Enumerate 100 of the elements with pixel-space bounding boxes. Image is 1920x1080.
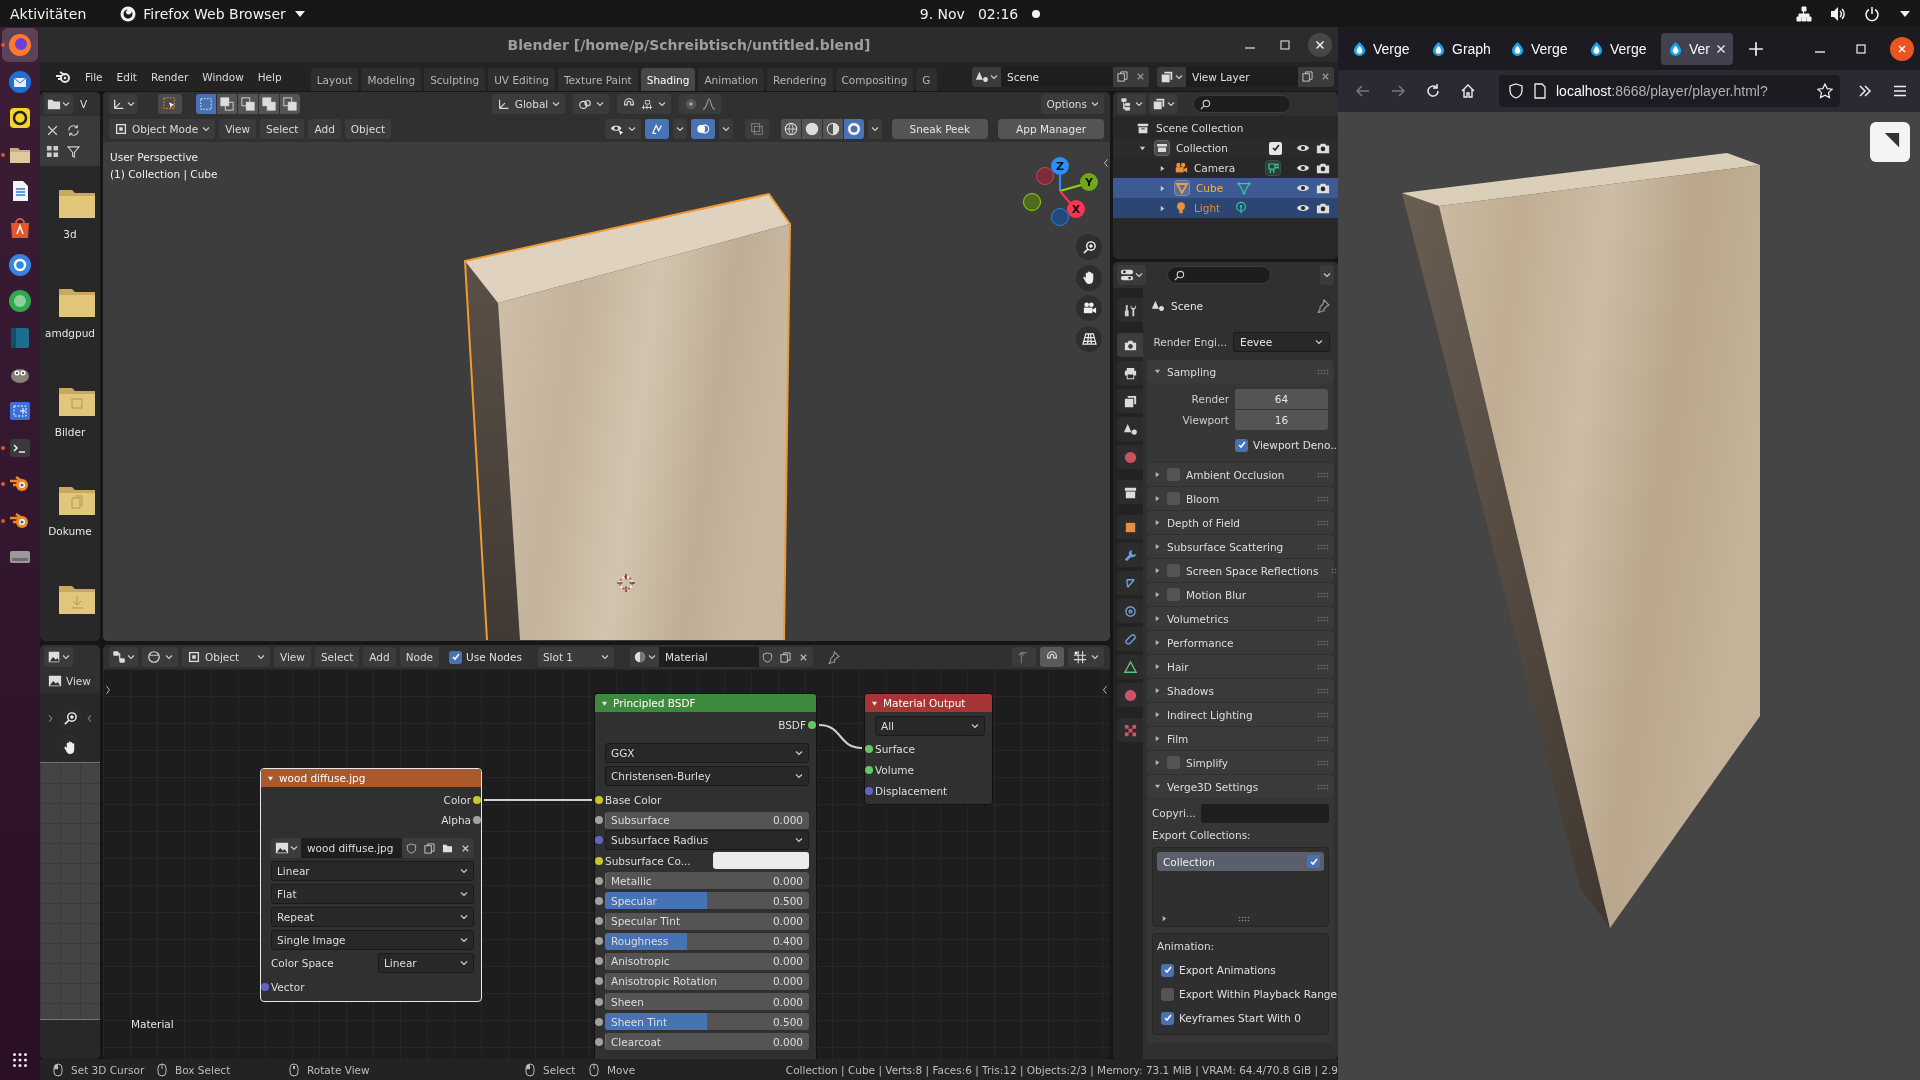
collapse-triangle-icon[interactable]	[871, 699, 878, 707]
folder-item[interactable]: Dokume	[45, 485, 95, 578]
axis-handle[interactable]	[1023, 193, 1041, 211]
socket-icon[interactable]	[473, 816, 481, 824]
menu-item[interactable]: Select	[260, 119, 305, 139]
selection-mode-button[interactable]	[238, 94, 258, 114]
toolbar-button[interactable]: Sneak Peek	[891, 119, 989, 139]
axis-handle[interactable]	[1036, 167, 1054, 185]
node-header[interactable]: Principled BSDF	[595, 694, 816, 712]
gizmo-toggle[interactable]	[644, 119, 669, 139]
workspace-tab[interactable]: Compositing	[835, 68, 914, 91]
image-browse-button[interactable]	[271, 838, 301, 858]
drag-handle-icon[interactable]	[1317, 687, 1329, 694]
checkbox[interactable]	[1167, 492, 1180, 505]
checkbox-label[interactable]: Export Within Playback Range	[1179, 988, 1337, 1000]
node-header[interactable]: Material Output	[865, 694, 992, 712]
dropdown[interactable]: Linear	[378, 953, 474, 973]
socket-icon[interactable]	[595, 997, 603, 1006]
menu-item[interactable]: Add	[363, 647, 396, 667]
menu-item[interactable]: View	[274, 647, 311, 667]
checkbox[interactable]	[1167, 756, 1180, 769]
delete-scene-button[interactable]	[1131, 66, 1149, 87]
outliner-item[interactable]: Scene Collection	[1113, 118, 1338, 138]
chevron-left-icon[interactable]	[1102, 685, 1108, 695]
properties-tab[interactable]	[1117, 389, 1143, 413]
fake-user-button[interactable]	[402, 838, 420, 858]
render-engine-dropdown[interactable]: Eevee	[1233, 332, 1330, 352]
socket-icon[interactable]	[865, 744, 873, 753]
browser-tab[interactable]: Verge	[1345, 32, 1417, 65]
camera-icon[interactable]	[1316, 161, 1330, 175]
number-field[interactable]: 64	[1235, 389, 1328, 409]
menu-item[interactable]: Add	[308, 119, 341, 139]
browser-tab[interactable]: Graph	[1424, 32, 1496, 65]
selection-mode-button[interactable]	[280, 94, 300, 114]
panel-header[interactable]: Performance	[1147, 631, 1334, 654]
checkbox[interactable]	[1161, 963, 1174, 977]
drag-handle-icon[interactable]	[1317, 615, 1329, 622]
close-icon[interactable]	[46, 124, 59, 137]
editor-type-button[interactable]	[1117, 265, 1146, 285]
crosshair-icon[interactable]	[617, 574, 635, 592]
menu-item[interactable]: Help	[250, 65, 289, 88]
gizmo-dropdown[interactable]	[672, 119, 687, 139]
orientation-dropdown[interactable]: Global	[491, 94, 566, 114]
image-name-field[interactable]: wood diffuse.jpg	[301, 838, 402, 858]
expand-triangle-icon[interactable]	[1161, 915, 1168, 922]
node-card[interactable]	[594, 693, 817, 1059]
value-slider[interactable]: Roughness 0.400	[605, 932, 809, 950]
drag-handle-icon[interactable]	[1317, 368, 1329, 375]
value-slider[interactable]: Specular 0.500	[605, 892, 809, 910]
value-slider[interactable]: Anisotropic 0.000	[605, 952, 809, 970]
close-button[interactable]	[1890, 36, 1914, 61]
dropdown[interactable]: Single Image	[271, 930, 474, 950]
checkbox[interactable]	[1167, 588, 1180, 601]
new-view-layer-button[interactable]	[1298, 66, 1316, 87]
checkbox[interactable]	[449, 650, 463, 664]
pin-icon[interactable]	[826, 650, 840, 664]
options-dropdown[interactable]	[1320, 265, 1334, 285]
dropdown[interactable]: GGX	[605, 743, 809, 763]
socket-icon[interactable]	[595, 896, 603, 905]
folder-icon[interactable]	[59, 584, 95, 614]
overlay-dropdown[interactable]	[718, 119, 733, 139]
folder-item[interactable]: Bilder	[45, 386, 95, 479]
folder-item[interactable]: amdgpud	[45, 287, 95, 380]
panel-header[interactable]: Simplify	[1147, 751, 1334, 774]
menu-item[interactable]: View	[219, 119, 257, 139]
properties-tab[interactable]	[1117, 417, 1143, 441]
value-slider[interactable]: Specular Tint 0.000	[605, 912, 809, 930]
dropdown[interactable]: Repeat	[271, 907, 474, 927]
scene-name-field[interactable]: Scene	[1001, 66, 1113, 87]
expand-triangle-icon[interactable]	[1159, 164, 1166, 172]
shading-dropdown[interactable]	[867, 119, 882, 139]
shading-mode-button[interactable]	[801, 119, 822, 139]
socket-icon[interactable]	[595, 977, 603, 986]
checkbox[interactable]	[1269, 141, 1282, 155]
camera-icon[interactable]	[1316, 181, 1330, 195]
shader-type-button[interactable]	[142, 647, 178, 667]
drag-handle-icon[interactable]	[1317, 471, 1329, 478]
shield-icon[interactable]	[1508, 83, 1524, 99]
object-dropdown[interactable]: Object	[182, 647, 270, 667]
dropdown[interactable]: Linear	[271, 861, 474, 881]
menu-item[interactable]: Node	[399, 647, 440, 667]
toolbar-button[interactable]: App Manager	[998, 119, 1104, 139]
drag-handle-icon[interactable]	[1317, 759, 1329, 766]
dropdown[interactable]: Subsurface Radius	[605, 830, 809, 851]
checkbox[interactable]	[1167, 468, 1180, 481]
collapse-triangle-icon[interactable]	[267, 774, 274, 782]
axis-handle[interactable]: X	[1059, 190, 1085, 218]
panel-header[interactable]: Verge3D Settings	[1147, 775, 1334, 798]
workspace-tab[interactable]: Rendering	[766, 68, 833, 91]
socket-icon[interactable]	[808, 721, 816, 729]
list-item[interactable]: Collection	[1157, 852, 1324, 871]
number-field[interactable]: 16	[1235, 410, 1328, 430]
socket-icon[interactable]	[865, 765, 873, 774]
panel-header[interactable]: Motion Blur	[1147, 583, 1334, 606]
drag-handle-icon[interactable]	[1317, 735, 1329, 742]
value-slider[interactable]: Subsurface 0.000	[605, 811, 809, 829]
properties-tab[interactable]	[1117, 599, 1143, 623]
node-card[interactable]: Material Output All Surface Volume Displacement	[864, 693, 993, 805]
chevron-right-icon[interactable]	[105, 685, 111, 695]
unlink-image-button[interactable]	[456, 838, 474, 858]
